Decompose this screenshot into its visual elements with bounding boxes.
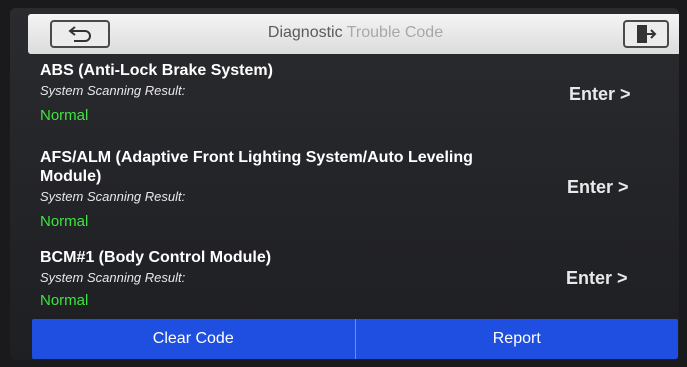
list-item-afs-alm[interactable]: AFS/ALM (Adaptive Front Lighting System/… — [40, 148, 600, 230]
system-name: AFS/ALM (Adaptive Front Lighting System/… — [40, 149, 473, 185]
scan-result-label: System Scanning Result: — [40, 270, 186, 285]
system-name: ABS (Anti-Lock Brake System) — [40, 62, 273, 79]
enter-button-afs-alm[interactable]: Enter > — [567, 177, 629, 198]
enter-button-abs[interactable]: Enter > — [569, 84, 631, 105]
title-bar: Diagnostic Trouble Code — [28, 14, 679, 54]
exit-door-icon — [637, 25, 657, 43]
status-normal: Normal — [40, 213, 89, 230]
status-normal: Normal — [40, 292, 89, 309]
clear-code-button[interactable]: Clear Code — [32, 319, 355, 359]
scan-result-label: System Scanning Result: — [40, 83, 186, 98]
device-screen: Diagnostic Trouble Code ABS (Anti-Lock B… — [10, 8, 679, 360]
title-fade: Trouble Code — [346, 24, 444, 41]
bottom-action-bar: Clear Code Report — [32, 319, 678, 359]
status-normal: Normal — [40, 107, 89, 124]
page-title: Diagnostic Trouble Code — [28, 24, 679, 42]
enter-button-bcm1[interactable]: Enter > — [566, 268, 628, 289]
title-main: Diagnostic — [267, 24, 343, 41]
scan-result-label: System Scanning Result: — [40, 189, 186, 204]
system-name: BCM#1 (Body Control Module) — [40, 249, 272, 266]
exit-button[interactable] — [623, 20, 669, 48]
list-item-abs[interactable]: ABS (Anti-Lock Brake System) System Scan… — [40, 61, 600, 124]
list-item-bcm1[interactable]: BCM#1 (Body Control Module) System Scann… — [40, 248, 600, 309]
report-button[interactable]: Report — [356, 319, 679, 359]
